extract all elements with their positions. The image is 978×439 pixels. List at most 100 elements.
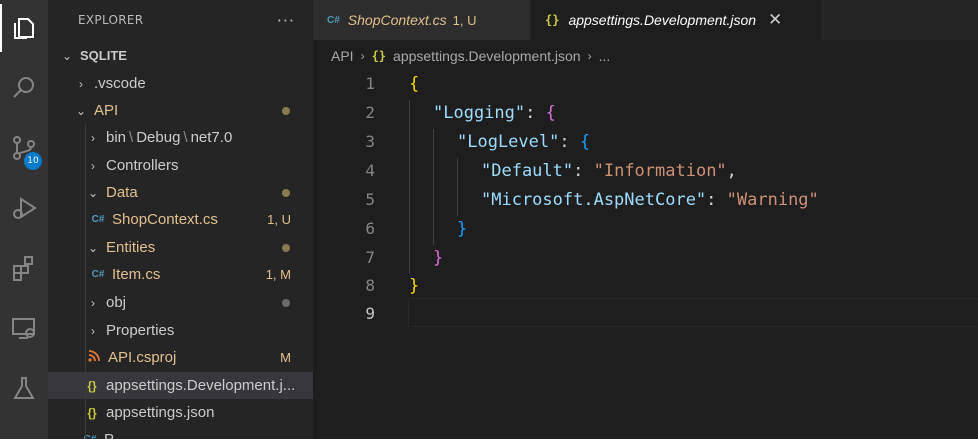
tab-appsettings-dev[interactable]: {} appsettings.Development.json ✕ (531, 0, 821, 40)
tree-item-label: Data (106, 184, 138, 201)
tree-item-label: obj (106, 294, 127, 311)
code-line: 2 "Logging": { (313, 98, 978, 127)
tree-item-label: ShopContext.cs (112, 211, 218, 228)
code-line: 5 "Microsoft.AspNetCore": "Warning" (313, 185, 978, 214)
tree-item-data[interactable]: ⌄ Data (48, 179, 313, 206)
search-icon[interactable] (0, 64, 48, 112)
breadcrumb-item-symbols[interactable]: ... (599, 48, 611, 64)
explorer-icon[interactable] (0, 4, 48, 52)
tree-item-bin[interactable]: › bin \ Debug \ net7.0 (48, 124, 313, 151)
run-debug-icon[interactable] (0, 184, 48, 232)
chevron-down-icon: ⌄ (87, 240, 99, 255)
chevron-down-icon: ⌄ (75, 103, 87, 118)
explorer-sidebar: EXPLORER ··· ⌄ SQLITE › .vscode ⌄ API › … (48, 0, 313, 439)
tree-item-entities[interactable]: ⌄ Entities (48, 234, 313, 261)
git-status: M (280, 350, 291, 365)
rss-file-icon (86, 350, 102, 365)
chevron-right-icon: › (79, 76, 83, 91)
code-text: "Microsoft.AspNetCore": "Warning" (481, 189, 819, 210)
line-number: 5 (365, 190, 375, 209)
tab-status: 1, U (452, 12, 477, 28)
breadcrumb-item-api[interactable]: API (331, 48, 354, 64)
indent-guide (85, 124, 86, 439)
code-line: 9 (313, 299, 978, 328)
line-number: 6 (365, 219, 375, 238)
testing-icon[interactable] (0, 364, 48, 412)
tree-item-label: API (94, 102, 119, 119)
csharp-file-icon: C# (327, 14, 340, 26)
extensions-icon[interactable] (0, 244, 48, 292)
tree-item-vscode[interactable]: › .vscode (48, 70, 313, 97)
code-line: 7 } (313, 243, 978, 272)
line-number: 8 (365, 276, 375, 295)
code-text: "LogLevel": { (457, 131, 591, 152)
tree-item-properties[interactable]: › Properties (48, 317, 313, 344)
csharp-file-icon: C# (91, 269, 105, 280)
csharp-file-icon: C# (91, 214, 105, 225)
tree-item-appsettings[interactable]: {} appsettings.json (48, 399, 313, 426)
tree-item-label: Entities (106, 239, 156, 256)
code-line: 4 "Default": "Information", (313, 156, 978, 185)
code-editor[interactable]: 1 { 2 "Logging": { 3 "LogLevel": { 4 "De… (313, 72, 978, 439)
chevron-right-icon: › (360, 49, 365, 63)
tree-item-label: appsettings.json (106, 404, 215, 421)
json-file-icon: {} (87, 378, 97, 393)
breadcrumb: API › {} appsettings.Development.json › … (313, 40, 978, 72)
chevron-down-icon: ⌄ (61, 48, 73, 63)
code-line: 8 } (313, 271, 978, 300)
activity-bar: 10 (0, 0, 48, 439)
tree-item-csproj[interactable]: API.csproj M (48, 344, 313, 371)
modified-dot (282, 188, 290, 197)
chevron-right-icon: › (91, 158, 95, 173)
code-text: { (409, 73, 420, 94)
code-line: 6 } (313, 214, 978, 243)
code-text: } (433, 247, 444, 268)
editor-tabs: C# ShopContext.cs 1, U {} appsettings.De… (313, 0, 978, 40)
json-file-icon: {} (87, 405, 97, 420)
code-text: } (409, 275, 420, 296)
code-line: 1 { (313, 69, 978, 98)
git-status: 1, U (267, 212, 291, 227)
explorer-header: EXPLORER ··· (48, 0, 313, 40)
code-text: } (457, 218, 468, 239)
tab-label: appsettings.Development.json (568, 12, 757, 28)
tree-item-api[interactable]: ⌄ API (48, 97, 313, 124)
chevron-right-icon: › (91, 295, 95, 310)
modified-dot (282, 243, 290, 252)
tree-item-partial[interactable]: C# P (48, 426, 313, 439)
tree-item-obj[interactable]: › obj (48, 289, 313, 316)
chevron-right-icon: › (91, 323, 95, 338)
ignored-dot (282, 298, 290, 307)
tab-label: ShopContext.cs (347, 12, 447, 28)
code-text: "Logging": { (433, 102, 556, 123)
tree-item-label: appsettings.Development.j... (106, 377, 296, 394)
source-control-icon[interactable]: 10 (0, 124, 48, 172)
line-number: 3 (365, 132, 375, 151)
code-text: "Default": "Information", (481, 160, 737, 181)
chevron-down-icon: ⌄ (87, 185, 99, 200)
more-actions-icon[interactable]: ··· (277, 11, 295, 30)
tree-item-label: Item.cs (112, 266, 161, 283)
close-icon[interactable]: ✕ (768, 10, 782, 30)
workspace-root[interactable]: ⌄ SQLITE (48, 42, 313, 69)
tree-item-label: .vscode (94, 75, 146, 92)
remote-explorer-icon[interactable] (0, 304, 48, 352)
tree-item-item-cs[interactable]: C# Item.cs 1, M (48, 261, 313, 288)
line-number: 2 (365, 103, 375, 122)
chevron-right-icon: › (587, 49, 592, 63)
line-number: 7 (365, 248, 375, 267)
line-number: 4 (365, 161, 375, 180)
code-line: 3 "LogLevel": { (313, 127, 978, 156)
tree-item-shopcontext[interactable]: C# ShopContext.cs 1, U (48, 206, 313, 233)
tree-item-appsettings-dev[interactable]: {} appsettings.Development.j... (48, 372, 313, 399)
workspace-root-label: SQLITE (80, 48, 127, 63)
breadcrumb-item-file[interactable]: appsettings.Development.json (393, 48, 581, 64)
json-file-icon: {} (545, 13, 560, 27)
tree-item-controllers[interactable]: › Controllers (48, 152, 313, 179)
modified-dot (282, 106, 290, 115)
tree-item-label: Controllers (106, 157, 179, 174)
chevron-right-icon: › (91, 130, 95, 145)
line-number: 1 (365, 74, 375, 93)
tab-shopcontext[interactable]: C# ShopContext.cs 1, U (313, 0, 530, 40)
tree-item-label: Properties (106, 322, 175, 339)
